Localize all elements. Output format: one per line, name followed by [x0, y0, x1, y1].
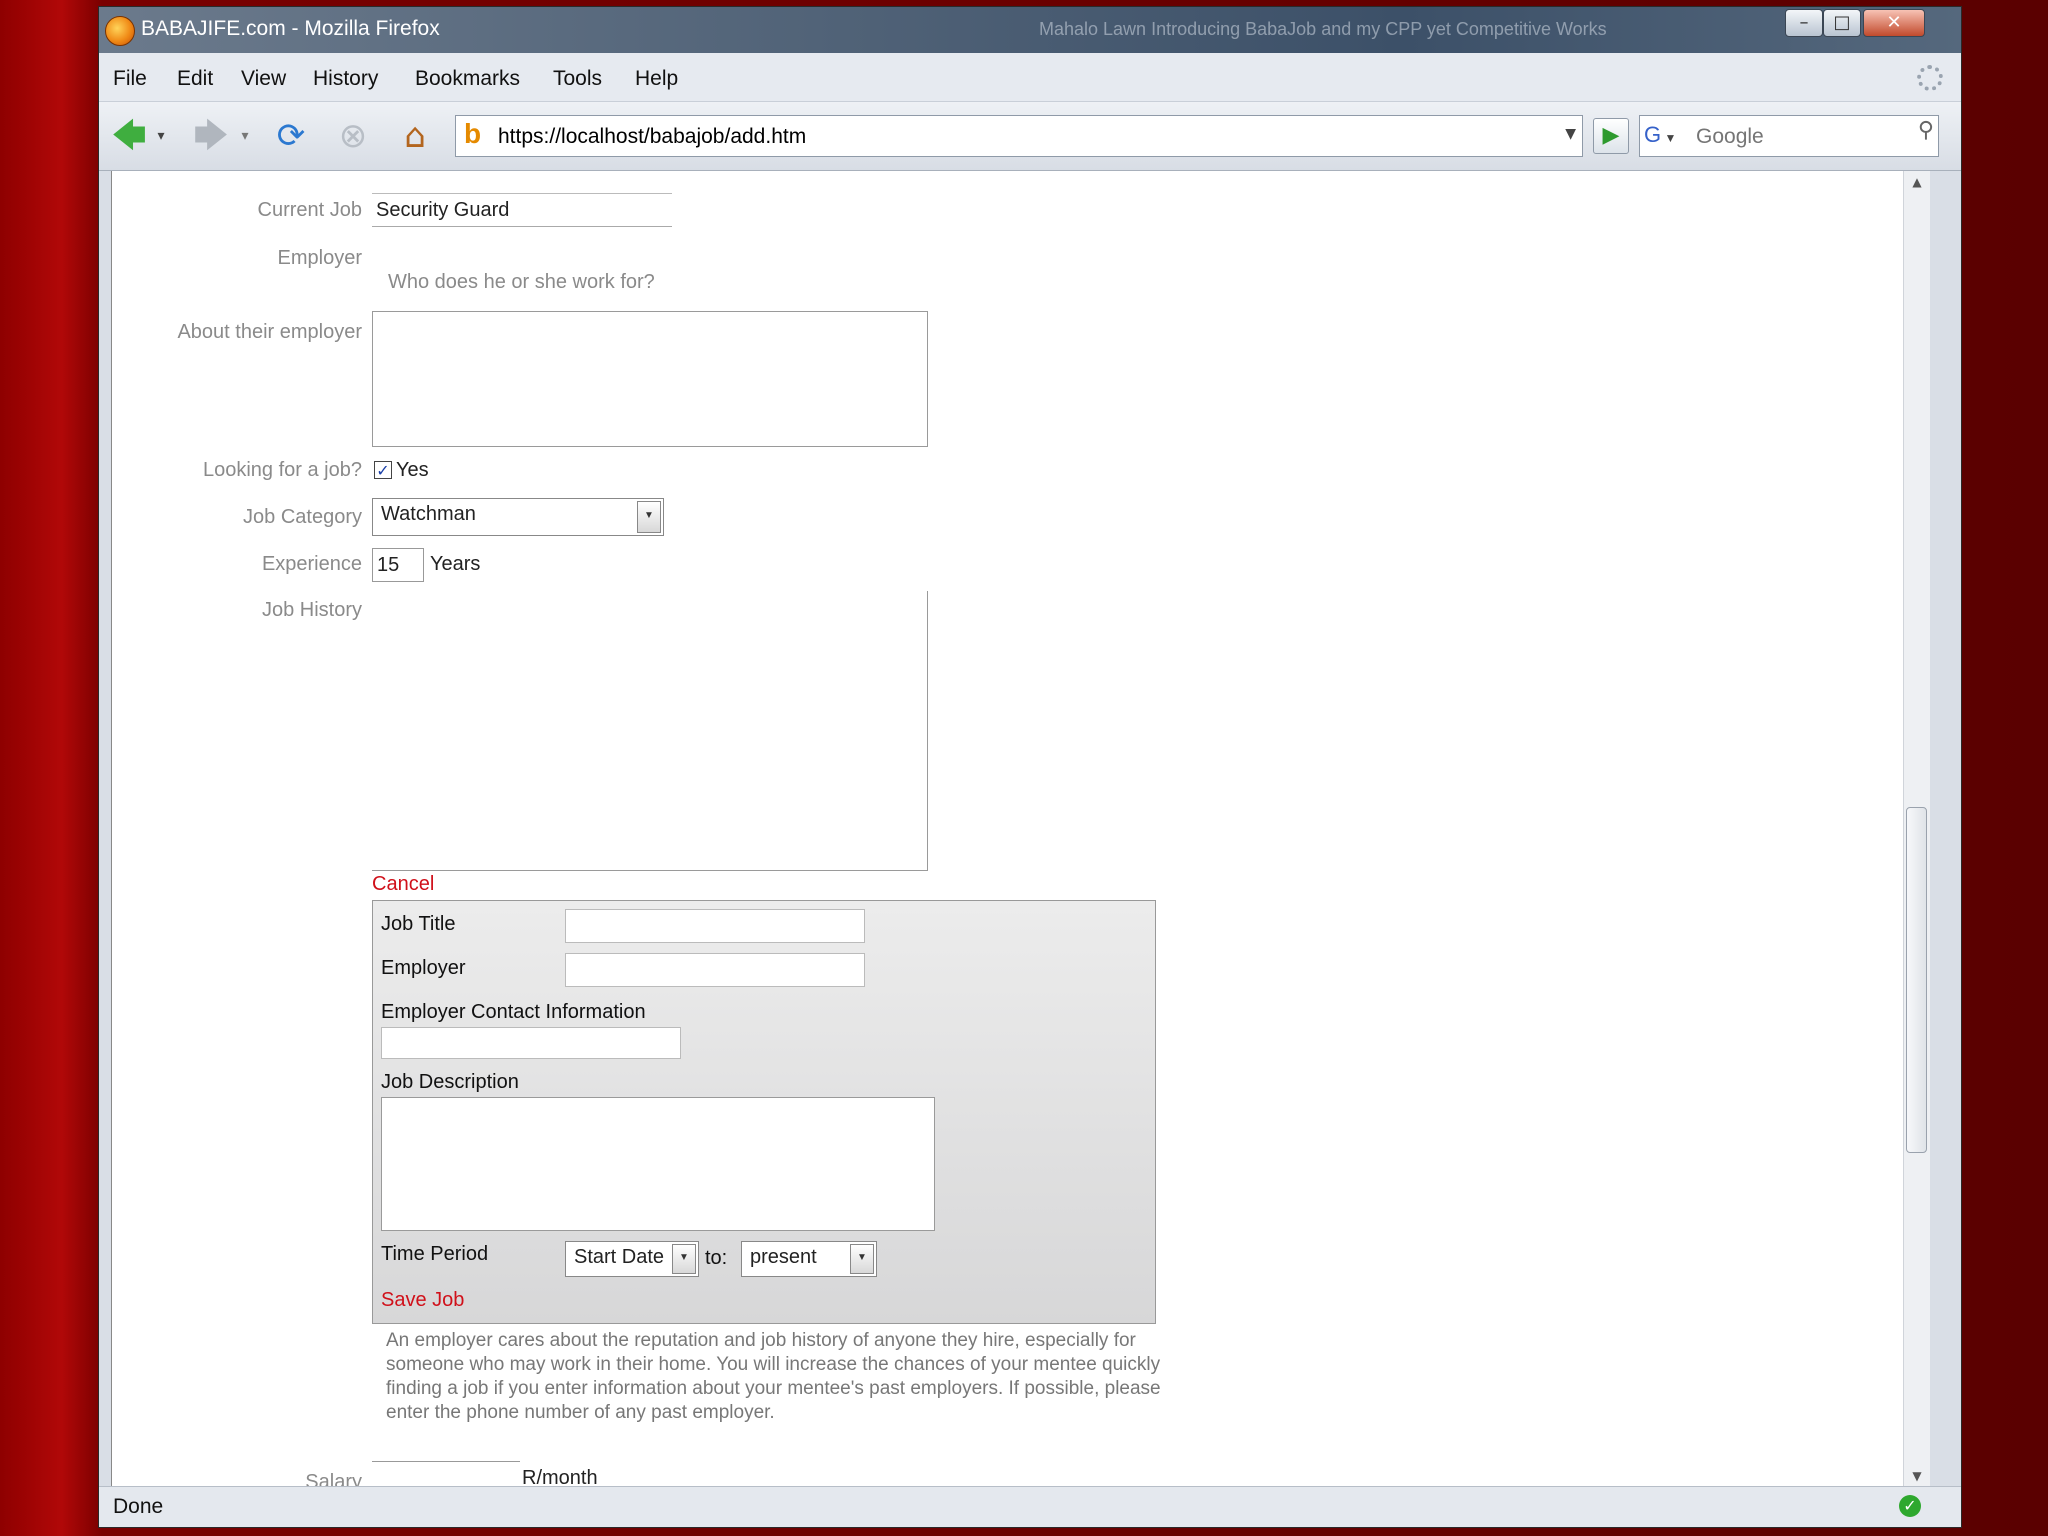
scrollbar-thumb[interactable]	[1906, 807, 1927, 1153]
go-button[interactable]: ▶	[1593, 118, 1629, 154]
close-button[interactable]: ✕	[1863, 9, 1925, 37]
employer-contact-label: Employer Contact Information	[381, 1001, 646, 1023]
menu-bookmarks[interactable]: Bookmarks	[415, 67, 520, 91]
menu-bar: File Edit View History Bookmarks Tools H…	[99, 53, 1961, 102]
job-category-value: Watchman	[381, 503, 476, 525]
firefox-icon	[105, 16, 135, 46]
title-bar: BABAJIFE.com - Mozilla Firefox Mahalo La…	[99, 7, 1961, 53]
forward-arrow-icon: 🡆	[193, 116, 229, 156]
page-content: Current Job Employer Who does he or she …	[111, 171, 1930, 1487]
experience-input[interactable]	[372, 548, 424, 582]
throbber-icon	[1917, 65, 1943, 91]
search-input[interactable]	[1694, 120, 1898, 154]
end-date-select[interactable]: present ▼	[741, 1241, 877, 1277]
job-history-help-text: An employer cares about the reputation a…	[386, 1330, 1161, 1423]
menu-help[interactable]: Help	[635, 67, 678, 91]
url-bar[interactable]: b ▼	[455, 115, 1583, 157]
forward-button[interactable]: 🡆	[191, 116, 231, 156]
url-input[interactable]	[496, 120, 1500, 154]
status-bar: Done ✓	[99, 1486, 1961, 1527]
close-icon: ✕	[1886, 12, 1902, 33]
back-button[interactable]: 🡄	[109, 116, 149, 156]
panel-employer-label: Employer	[381, 957, 466, 979]
experience-unit: Years	[430, 553, 481, 575]
start-date-select[interactable]: Start Date ▼	[565, 1241, 699, 1277]
employer-hint: Who does he or she work for?	[388, 271, 655, 293]
current-job-label: Current Job	[257, 199, 363, 221]
chevron-down-icon: ▾	[241, 128, 249, 144]
job-history-textarea[interactable]	[372, 591, 928, 871]
search-box[interactable]: G ▼ ⚲	[1639, 115, 1939, 157]
employer-contact-input[interactable]	[381, 1027, 681, 1059]
chevron-down-icon: ▼	[672, 1244, 696, 1274]
salary-unit: R/month	[522, 1467, 598, 1487]
chevron-down-icon: ▼	[850, 1244, 874, 1274]
maximize-button[interactable]: □	[1823, 9, 1861, 37]
window-title: BABAJIFE.com - Mozilla Firefox	[141, 17, 440, 40]
job-history-label: Job History	[261, 599, 362, 621]
back-history-dropdown[interactable]: ▾	[151, 116, 171, 156]
home-button[interactable]: ⌂	[393, 116, 437, 156]
job-description-label: Job Description	[381, 1071, 519, 1093]
url-history-dropdown-icon[interactable]: ▼	[1565, 126, 1576, 142]
minimize-icon: –	[1799, 12, 1809, 33]
navigation-toolbar: 🡄 ▾ 🡆 ▾ ⟳ ⊗ ⌂ b ▼ ▶ G ▼ ⚲	[99, 102, 1961, 171]
taskbar-tab-text: Mahalo Lawn Introducing BabaJob and my C…	[1039, 19, 1607, 39]
job-title-input[interactable]	[565, 909, 865, 943]
menu-history[interactable]: History	[313, 67, 378, 91]
stop-button[interactable]: ⊗	[331, 116, 375, 156]
about-employer-textarea[interactable]	[372, 311, 928, 447]
looking-for-job-label: Looking for a job?	[202, 459, 362, 481]
menu-file[interactable]: File	[113, 67, 147, 91]
job-description-textarea[interactable]	[381, 1097, 935, 1231]
salary-label: Salary	[305, 1471, 362, 1487]
checkmark-icon: ✓	[376, 461, 390, 480]
home-icon: ⌂	[404, 116, 426, 156]
chevron-down-icon: ▼	[637, 501, 661, 533]
panel-employer-input[interactable]	[565, 953, 865, 987]
forward-history-dropdown[interactable]: ▾	[235, 116, 255, 156]
reload-icon: ⟳	[276, 116, 306, 156]
site-favicon-icon: b	[464, 118, 482, 149]
search-icon[interactable]: ⚲	[1918, 118, 1934, 143]
scroll-up-icon[interactable]: ▲	[1904, 175, 1930, 189]
employer-label: Employer	[277, 247, 362, 269]
back-arrow-icon: 🡄	[111, 116, 147, 156]
current-job-input[interactable]	[372, 193, 672, 227]
looking-for-job-option: Yes	[396, 459, 429, 481]
reload-button[interactable]: ⟳	[269, 116, 313, 156]
minimize-button[interactable]: –	[1785, 9, 1823, 37]
job-category-select[interactable]: Watchman ▼	[372, 498, 664, 536]
time-period-label: Time Period	[381, 1243, 489, 1265]
menu-edit[interactable]: Edit	[177, 67, 213, 91]
menu-view[interactable]: View	[241, 67, 286, 91]
secure-ok-icon: ✓	[1899, 1495, 1921, 1517]
experience-label: Experience	[261, 553, 362, 575]
stop-icon: ⊗	[338, 116, 368, 156]
go-arrow-icon: ▶	[1602, 123, 1620, 148]
job-category-label: Job Category	[243, 506, 362, 528]
vertical-scrollbar[interactable]: ▲ ▼	[1903, 171, 1930, 1487]
maximize-icon: □	[1833, 12, 1851, 33]
save-job-link[interactable]: Save Job	[381, 1289, 464, 1312]
job-title-label: Job Title	[381, 913, 456, 935]
to-label: to:	[705, 1247, 728, 1269]
cancel-link[interactable]: Cancel	[372, 873, 434, 896]
looking-for-job-checkbox[interactable]: ✓	[374, 461, 392, 480]
end-date-value: present	[750, 1246, 817, 1268]
start-date-value: Start Date	[574, 1246, 665, 1268]
search-engine-icon[interactable]: G ▼	[1644, 122, 1676, 148]
about-employer-label: About their employer	[177, 321, 362, 343]
chevron-down-icon: ▾	[157, 128, 165, 144]
salary-input-edge[interactable]	[372, 1461, 520, 1462]
browser-window: BABAJIFE.com - Mozilla Firefox Mahalo La…	[98, 6, 1962, 1528]
scroll-down-icon[interactable]: ▼	[1904, 1469, 1930, 1483]
add-job-panel: Job Title Employer Employer Contact Info…	[372, 900, 1156, 1324]
menu-tools[interactable]: Tools	[553, 67, 602, 91]
status-text: Done	[113, 1495, 164, 1518]
